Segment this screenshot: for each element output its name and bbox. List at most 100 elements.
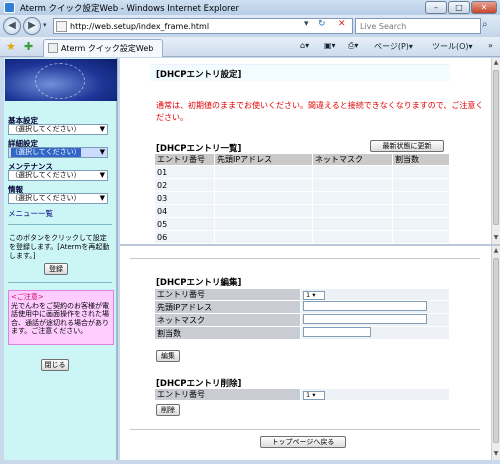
col-start-ip: 先頭IPアドレス [214, 153, 313, 166]
refresh-status-button[interactable]: 最新状態に更新 [370, 140, 444, 152]
dhcp-entry-list-frame: [DHCPエントリ設定] 通常は、初期値のままでお使いください。間違えると接続で… [120, 58, 491, 244]
caution-box: <ご注意> 光でんわをご契約のお客様が電話使用中に画面操作をされた場合、通話が途… [8, 290, 114, 345]
delete-form-table: エントリ番号 1 ▾ [154, 388, 450, 401]
scroll-up-icon[interactable]: ▲ [492, 59, 500, 67]
table-row: 02 [154, 178, 450, 192]
tab-label: Aterm クイック設定Web [61, 44, 154, 53]
entry-number: 02 [154, 178, 215, 192]
col-entry-number: エントリ番号 [154, 153, 215, 166]
table-row: 03 [154, 191, 450, 205]
back-button[interactable]: ◀ [3, 17, 21, 35]
chevron-down-icon: ▼ [99, 148, 105, 156]
basic-settings-select[interactable]: （選択してください） ▼ [8, 124, 108, 135]
basic-select-value: （選択してください） [11, 125, 81, 133]
scroll-up-icon[interactable]: ▲ [492, 247, 500, 255]
entry-list-table: エントリ番号 先頭IPアドレス ネットマスク 割当数 01 02 03 04 0… [154, 153, 450, 244]
aterm-banner-logo [5, 59, 117, 101]
count-label: 割当数 [154, 326, 301, 340]
table-row: 05 [154, 217, 450, 231]
divider [8, 282, 112, 283]
tools-menu[interactable]: ツール(O)▾ [432, 41, 473, 52]
delete-entry-select[interactable]: 1 ▾ [303, 390, 325, 400]
edit-button[interactable]: 編集 [156, 350, 180, 362]
recent-pages-chevron-icon[interactable]: ▾ [43, 21, 51, 31]
chevron-down-icon: ▼ [99, 125, 105, 133]
minimize-button[interactable]: – [425, 1, 447, 14]
delete-button[interactable]: 削除 [156, 404, 180, 416]
caution-text: 光でんわをご契約のお客様が電話使用中に画面操作をされた場合、通話が途切れる場合が… [11, 301, 109, 336]
menu-list-link[interactable]: メニュー一覧 [8, 208, 53, 219]
col-count: 割当数 [392, 153, 450, 166]
register-button[interactable]: 登録 [44, 263, 68, 275]
delete-entry-label: エントリ番号 [154, 388, 301, 401]
ie-icon [4, 2, 15, 13]
chevron-down-icon: ▼ [99, 171, 105, 179]
advanced-select-value: （選択してください） [11, 148, 81, 157]
form-row: 先頭IPアドレス [154, 300, 450, 314]
table-row: 04 [154, 204, 450, 218]
chevron-down-icon: ▾ [312, 390, 316, 399]
delete-entry-value: 1 [306, 390, 311, 399]
start-ip-label: 先頭IPアドレス [154, 300, 301, 314]
divider [130, 258, 480, 259]
maintenance-select[interactable]: （選択してください） ▼ [8, 170, 108, 181]
table-row: 06 [154, 230, 450, 244]
close-window-button[interactable]: 閉じる [41, 359, 69, 371]
search-input[interactable]: Live Search [355, 18, 481, 34]
netmask-input[interactable] [303, 314, 427, 324]
top-frame-scrollbar[interactable]: ▲ ▼ [491, 58, 500, 244]
scroll-down-icon[interactable]: ▼ [492, 450, 500, 458]
scroll-thumb[interactable] [493, 258, 499, 443]
entry-number-label: エントリ番号 [154, 288, 301, 301]
warning-text: 通常は、初期値のままでお使いください。間違えると接続できなくなりますので、ご注意… [156, 101, 484, 122]
print-icon[interactable]: ⎙▾ [348, 41, 358, 51]
url-dropdown-icon[interactable]: ▾ [304, 19, 309, 29]
scroll-thumb[interactable] [493, 70, 499, 225]
url-text: http://web.setup/index_frame.html [70, 22, 210, 31]
dhcp-entry-edit-frame: [DHCPエントリ編集] エントリ番号 1 ▾ 先頭IPアドレス ネットマスク … [120, 246, 491, 460]
left-menu-frame: 基本設定 （選択してください） ▼ 詳細設定 （選択してください） ▼ メンテナンス… [4, 58, 118, 460]
scroll-down-icon[interactable]: ▼ [492, 234, 500, 242]
address-bar: ◀ ▶ ▾ http://web.setup/index_frame.html … [0, 15, 500, 37]
chevron-down-icon: ▼ [99, 194, 105, 202]
netmask-label: ネットマスク [154, 313, 301, 327]
table-header-row: エントリ番号 先頭IPアドレス ネットマスク 割当数 [154, 153, 450, 166]
start-ip-input[interactable] [303, 301, 427, 311]
forward-button[interactable]: ▶ [23, 17, 41, 35]
divider [130, 429, 480, 430]
page-title: [DHCPエントリ設定] [156, 70, 242, 80]
count-input[interactable] [303, 327, 371, 337]
info-select[interactable]: （選択してください） ▼ [8, 193, 108, 204]
edit-entry-select[interactable]: 1 ▾ [303, 290, 325, 300]
favorites-star-icon[interactable]: ★ [6, 40, 16, 53]
entry-number: 01 [154, 165, 215, 179]
tab-aterm[interactable]: Aterm クイック設定Web [43, 39, 163, 57]
bottom-frame-scrollbar[interactable]: ▲ ▼ [491, 246, 500, 460]
home-icon[interactable]: ⌂▾ [300, 41, 309, 50]
table-row: 01 [154, 165, 450, 179]
search-icon[interactable]: ⌕ [482, 19, 496, 33]
close-button[interactable]: ✕ [471, 1, 497, 14]
chevron-down-icon: ▾ [312, 290, 316, 299]
window-title: Aterm クイック設定Web - Windows Internet Explo… [20, 4, 240, 14]
form-row: ネットマスク [154, 313, 450, 327]
window-titlebar: Aterm クイック設定Web - Windows Internet Explo… [0, 0, 500, 15]
register-note: このボタンをクリックして設定を登録します。[Atermを再起動します。] [9, 234, 110, 260]
maintenance-select-value: （選択してください） [11, 171, 81, 179]
toolbar-overflow-icon[interactable]: » [488, 41, 493, 50]
address-tools: ▾ ↻ ✕ [300, 18, 353, 34]
divider [8, 224, 112, 225]
advanced-settings-select[interactable]: （選択してください） ▼ [8, 147, 108, 158]
maximize-button[interactable]: □ [448, 1, 470, 14]
back-to-top-button[interactable]: トップページへ戻る [260, 436, 346, 448]
page-favicon-icon [56, 21, 67, 32]
page-menu[interactable]: ページ(P)▾ [374, 41, 413, 52]
refresh-icon[interactable]: ↻ [318, 19, 326, 29]
feeds-icon[interactable]: ▣▾ [324, 41, 336, 50]
form-row: エントリ番号 1 ▾ [154, 388, 450, 401]
form-row: エントリ番号 1 ▾ [154, 288, 450, 301]
stop-icon[interactable]: ✕ [338, 19, 346, 29]
add-favorites-icon[interactable]: ✚ [24, 40, 33, 53]
tab-bar: ★ ✚ Aterm クイック設定Web ⌂▾ ▣▾ ⎙▾ ページ(P)▾ ツール… [0, 37, 500, 57]
entry-number: 04 [154, 204, 215, 218]
